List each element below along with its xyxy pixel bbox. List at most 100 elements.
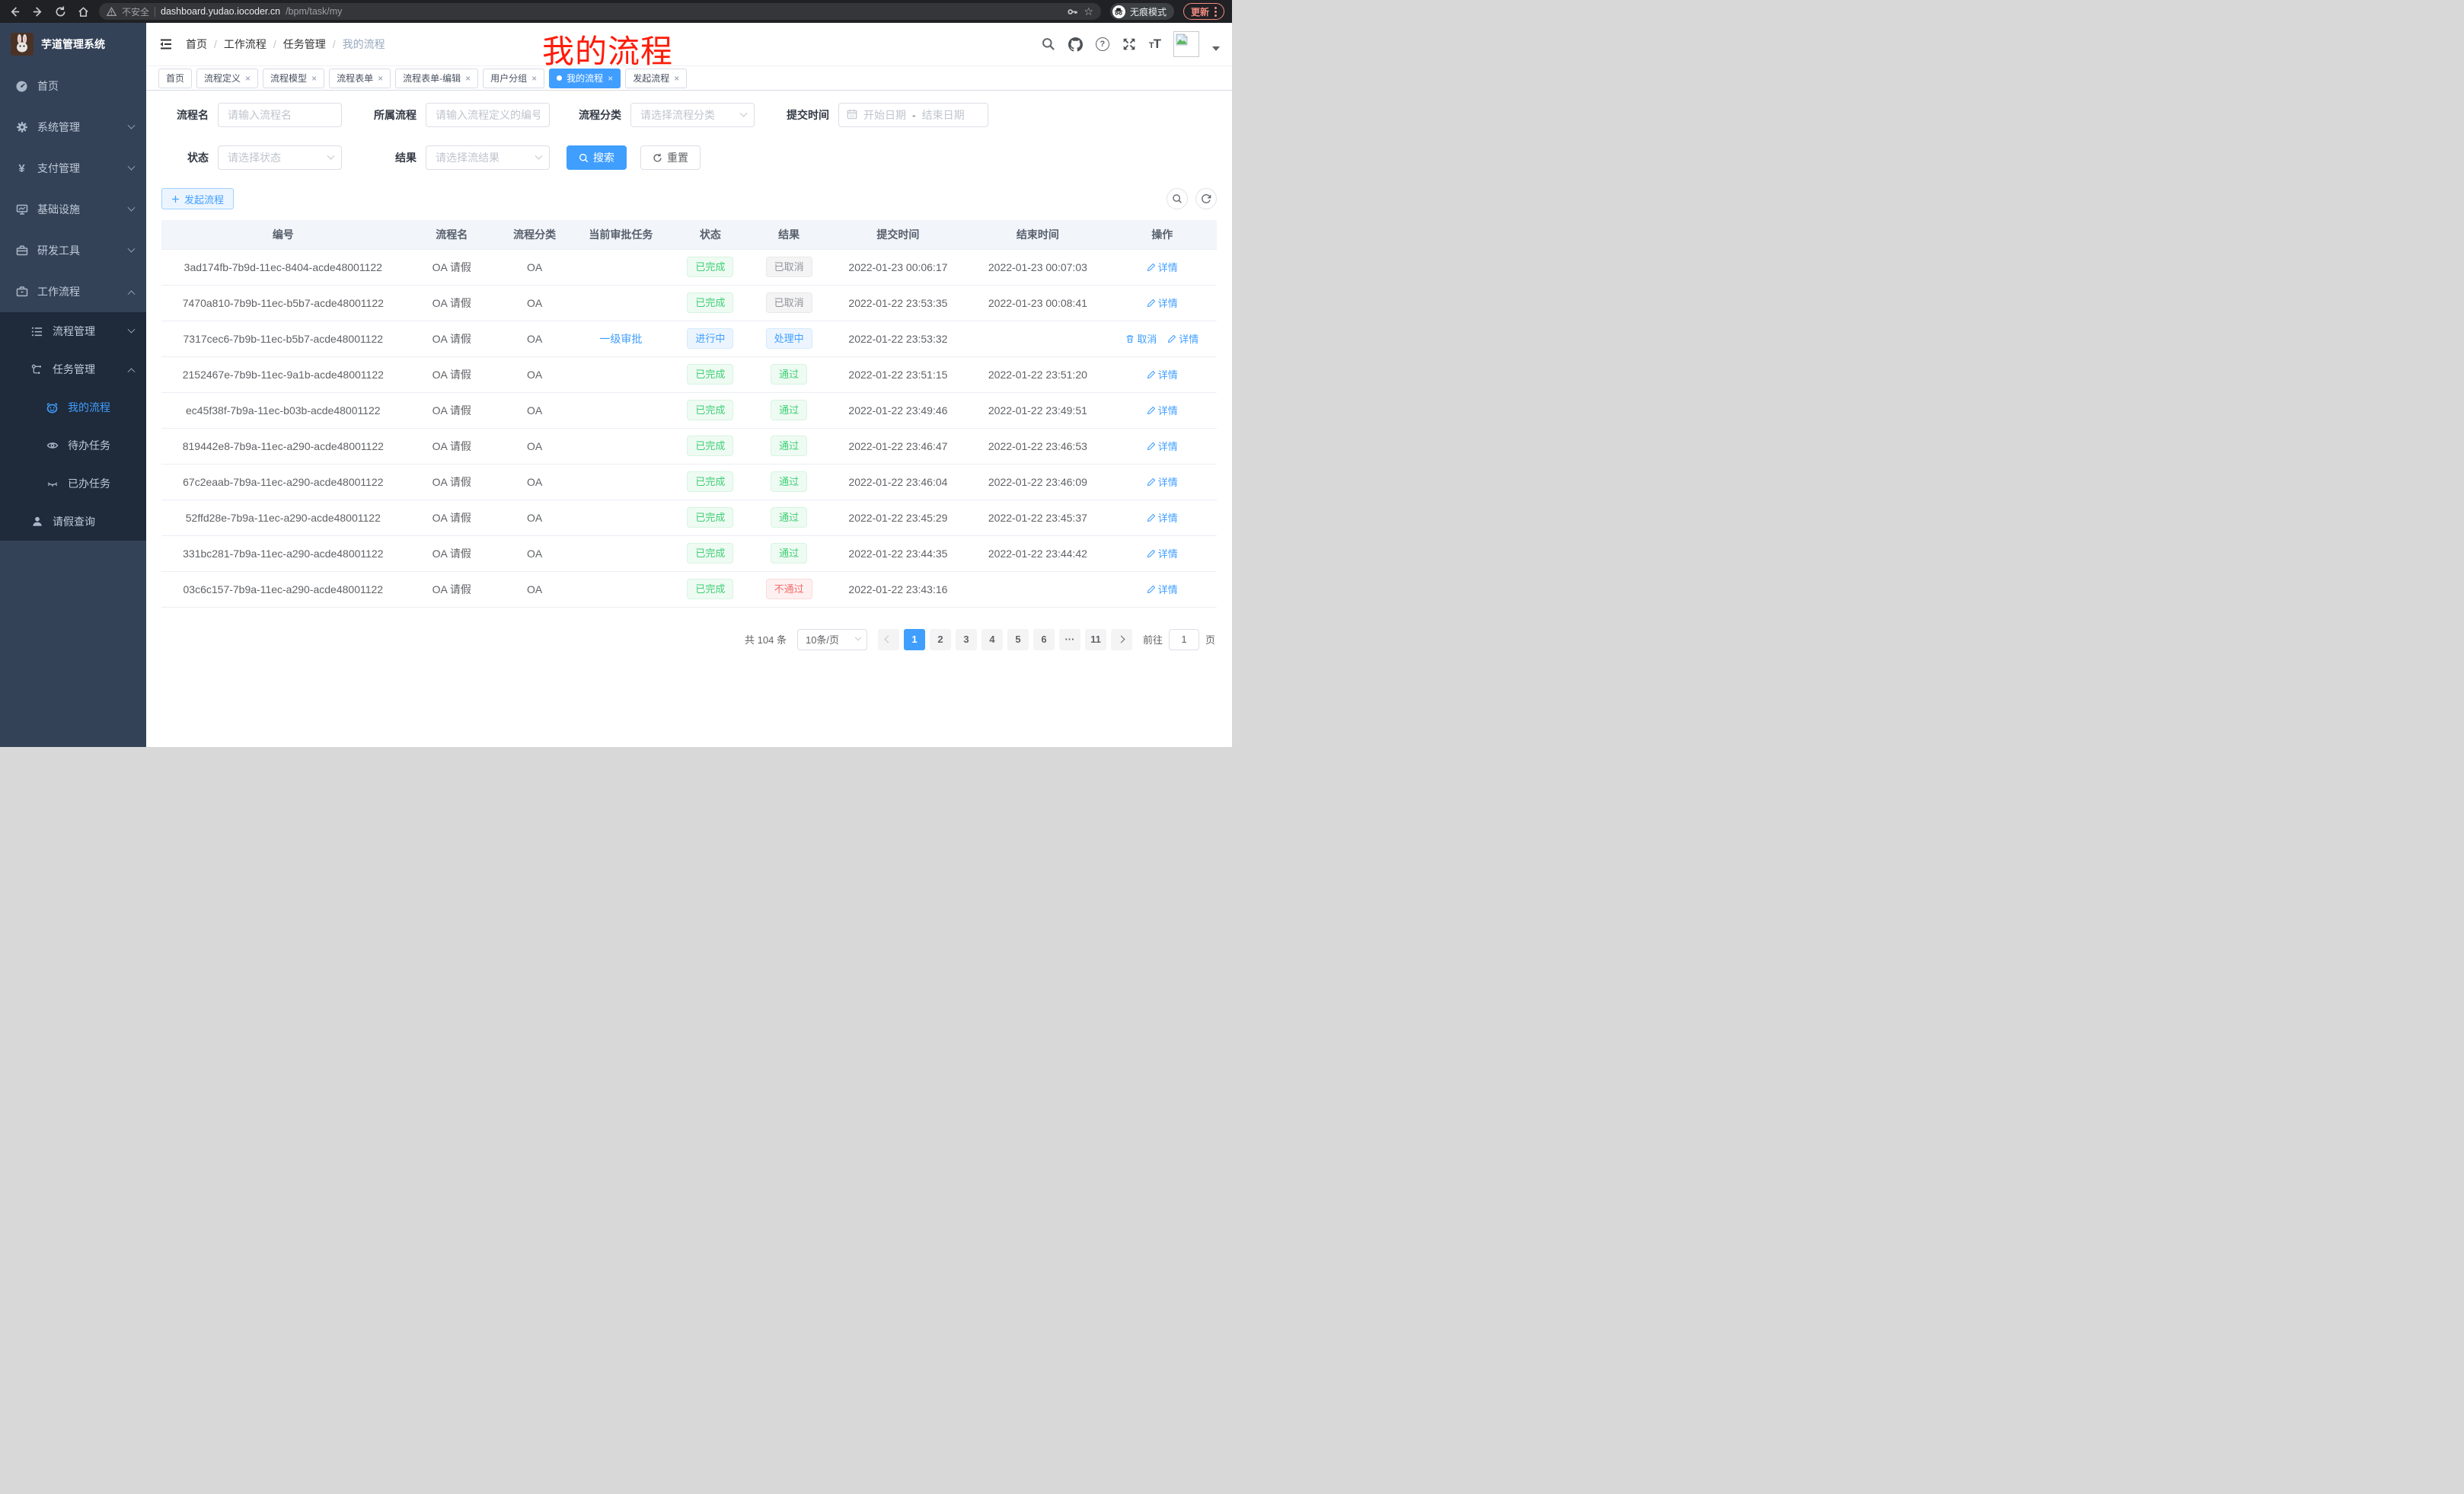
browser-menu-icon[interactable] (1214, 7, 1217, 17)
key-icon[interactable] (1067, 6, 1078, 18)
reload-icon[interactable] (53, 5, 67, 18)
detail-link[interactable]: 详情 (1147, 582, 1178, 596)
goto-page-input[interactable] (1169, 629, 1199, 650)
chevron-down-icon (128, 325, 136, 333)
sidebar-item-workflow[interactable]: 工作流程 (0, 271, 146, 312)
forward-icon[interactable] (30, 5, 44, 18)
sidebar-item-done-tasks[interactable]: 已办任务 (0, 464, 146, 503)
back-icon[interactable] (8, 5, 21, 18)
filter-row-2: 状态 请选择状态 结果 请选择流结果 搜索 重置 (161, 145, 1217, 170)
sidebar-item-task-mgmt[interactable]: 任务管理 (0, 350, 146, 388)
date-range-picker[interactable]: 开始日期 - 结束日期 (838, 103, 988, 127)
detail-link[interactable]: 详情 (1147, 367, 1178, 381)
process-name-input[interactable] (218, 103, 342, 127)
tab-home[interactable]: 首页 (158, 69, 192, 88)
page-button[interactable]: 1 (904, 629, 925, 650)
process-id: 819442e8-7b9a-11ec-a290-acde48001122 (161, 428, 405, 464)
breadcrumb-item[interactable]: 工作流程 (224, 37, 267, 52)
close-icon[interactable]: × (465, 73, 471, 84)
current-task-link[interactable]: 一级审批 (599, 333, 642, 345)
table-row: 331bc281-7b9a-11ec-a290-acde48001122 OA … (161, 535, 1217, 571)
tab-process-definition[interactable]: 流程定义× (196, 69, 258, 88)
help-icon[interactable] (1096, 37, 1109, 51)
avatar-dropdown-icon[interactable] (1212, 46, 1220, 51)
sidebar-item-system[interactable]: 系统管理 (0, 107, 146, 148)
more-pages-button[interactable]: ··· (1059, 629, 1080, 650)
breadcrumb-current: 我的流程 (343, 37, 385, 52)
sidebar-item-todo-tasks[interactable]: 待办任务 (0, 426, 146, 464)
detail-link[interactable]: 详情 (1147, 260, 1178, 274)
tab-start-process[interactable]: 发起流程× (625, 69, 687, 88)
detail-link[interactable]: 详情 (1167, 331, 1198, 346)
monitor-icon (15, 203, 28, 216)
sidebar-item-home[interactable]: 首页 (0, 65, 146, 107)
close-icon[interactable]: × (311, 73, 317, 84)
font-size-icon[interactable]: TT (1149, 37, 1160, 52)
reset-button[interactable]: 重置 (640, 145, 701, 170)
result-select[interactable]: 请选择流结果 (426, 145, 550, 170)
sidebar-item-payment[interactable]: ¥ 支付管理 (0, 148, 146, 189)
search-button[interactable]: 搜索 (567, 145, 627, 170)
sidebar-item-devtools[interactable]: 研发工具 (0, 230, 146, 271)
home-icon[interactable] (76, 5, 90, 18)
submit-time: 2022-01-22 23:53:32 (828, 321, 968, 356)
detail-link[interactable]: 详情 (1147, 510, 1178, 525)
close-icon[interactable]: × (674, 73, 679, 84)
detail-link[interactable]: 详情 (1147, 439, 1178, 453)
table-row: 3ad174fb-7b9d-11ec-8404-acde48001122 OA … (161, 249, 1217, 285)
cancel-link[interactable]: 取消 (1125, 331, 1157, 346)
page-button[interactable]: 6 (1033, 629, 1055, 650)
close-icon[interactable]: × (378, 73, 383, 84)
next-page-button[interactable] (1111, 629, 1132, 650)
sidebar-menu: 首页 系统管理 ¥ 支付管理 基础设施 (0, 65, 146, 541)
sidebar-item-leave-query[interactable]: 请假查询 (0, 503, 146, 541)
page-button[interactable]: 4 (981, 629, 1003, 650)
search-icon[interactable] (1042, 37, 1055, 51)
detail-link[interactable]: 详情 (1147, 295, 1178, 310)
avatar[interactable] (1173, 31, 1199, 57)
close-icon[interactable]: × (245, 73, 251, 84)
breadcrumb-item[interactable]: 任务管理 (283, 37, 326, 52)
refresh-icon[interactable] (1195, 188, 1217, 209)
breadcrumb-item[interactable]: 首页 (186, 37, 207, 52)
tab-process-form[interactable]: 流程表单× (329, 69, 391, 88)
status-select[interactable]: 请选择状态 (218, 145, 342, 170)
start-process-button[interactable]: 发起流程 (161, 188, 234, 209)
sidebar-item-process-mgmt[interactable]: 流程管理 (0, 312, 146, 350)
start-date-placeholder[interactable]: 开始日期 (863, 107, 906, 123)
update-label: 更新 (1191, 5, 1209, 18)
page-button[interactable]: 2 (930, 629, 951, 650)
bookmark-star-icon[interactable]: ☆ (1084, 6, 1093, 17)
page-button[interactable]: 11 (1085, 629, 1106, 650)
sidebar-item-label: 基础设施 (37, 202, 120, 217)
menu-fold-icon[interactable] (158, 37, 174, 52)
fullscreen-icon[interactable] (1122, 37, 1136, 51)
address-bar[interactable]: 不安全 dashboard.yudao.iocoder.cn/bpm/task/… (99, 3, 1101, 20)
close-icon[interactable]: × (531, 73, 537, 84)
tab-process-model[interactable]: 流程模型× (263, 69, 324, 88)
update-button[interactable]: 更新 (1183, 3, 1224, 20)
detail-link[interactable]: 详情 (1147, 474, 1178, 489)
category-select[interactable]: 请选择流程分类 (630, 103, 755, 127)
toggle-search-icon[interactable] (1167, 188, 1188, 209)
end-time (968, 321, 1107, 356)
close-icon[interactable]: × (608, 73, 613, 84)
sidebar-item-my-process[interactable]: 我的流程 (0, 388, 146, 426)
detail-link[interactable]: 详情 (1147, 546, 1178, 560)
page-button[interactable]: 3 (956, 629, 977, 650)
status-badge: 已完成 (687, 364, 733, 385)
user-icon (30, 516, 43, 528)
tab-user-group[interactable]: 用户分组× (483, 69, 544, 88)
detail-link[interactable]: 详情 (1147, 403, 1178, 417)
prev-page-button[interactable] (878, 629, 899, 650)
process-name: OA 请假 (405, 356, 499, 392)
chevron-down-icon (740, 109, 748, 117)
github-icon[interactable] (1068, 37, 1083, 52)
page-button[interactable]: 5 (1007, 629, 1029, 650)
sidebar-item-infra[interactable]: 基础设施 (0, 189, 146, 230)
tab-my-process[interactable]: 我的流程× (549, 69, 621, 88)
end-date-placeholder[interactable]: 结束日期 (922, 107, 965, 123)
tab-process-form-edit[interactable]: 流程表单-编辑× (395, 69, 478, 88)
page-size-select[interactable]: 10条/页 (797, 629, 867, 650)
process-definition-input[interactable] (426, 103, 550, 127)
